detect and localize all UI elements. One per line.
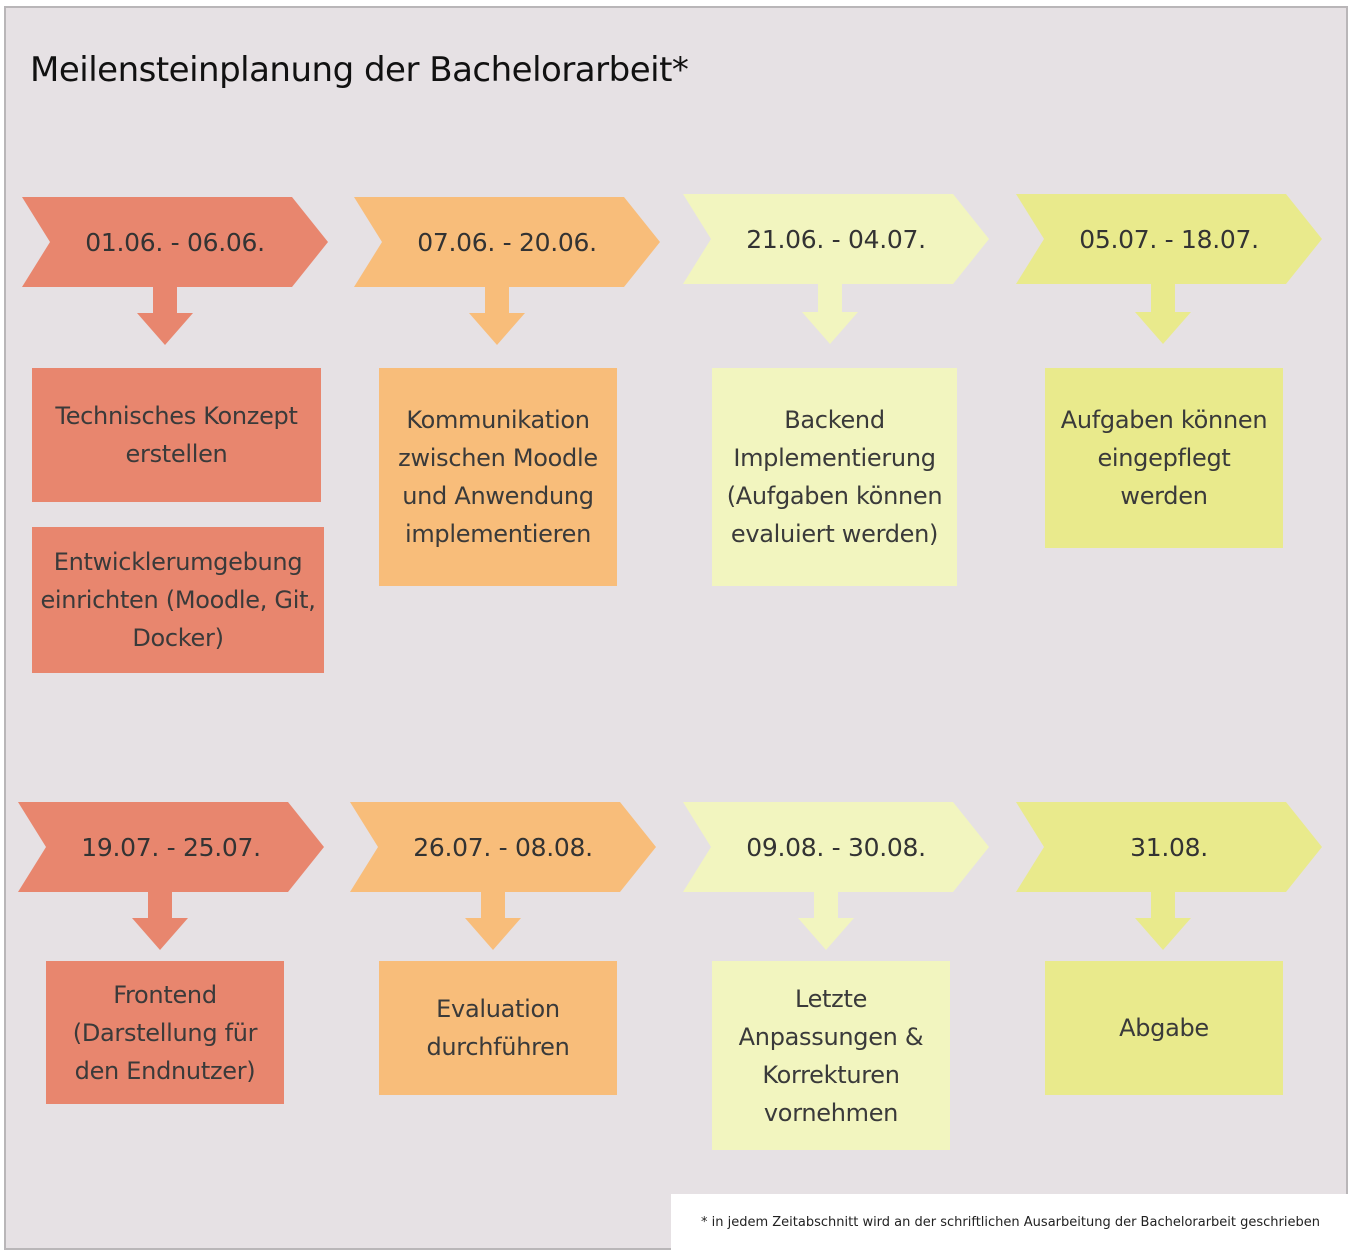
milestone-period: 26.07. - 08.08. — [413, 832, 593, 862]
footnote: * in jedem Zeitabschnitt wird an der sch… — [671, 1194, 1350, 1250]
down-arrow-icon — [465, 890, 521, 950]
milestone-chevron-8: 31.08. — [1016, 802, 1322, 892]
task-box: Kommunikation zwischen Moodle und Anwend… — [379, 368, 617, 586]
milestone-period: 31.08. — [1130, 832, 1208, 862]
down-arrow-icon — [469, 285, 525, 345]
milestone-chevron-3: 21.06. - 04.07. — [683, 194, 989, 284]
down-arrow-icon — [137, 285, 193, 345]
milestone-period: 01.06. - 06.06. — [85, 227, 265, 257]
page-title: Meilensteinplanung der Bachelorarbeit* — [30, 50, 689, 90]
task-box: Backend Implementierung (Aufgaben können… — [712, 368, 957, 586]
milestone-chevron-5: 19.07. - 25.07. — [18, 802, 324, 892]
milestone-period: 19.07. - 25.07. — [81, 832, 261, 862]
down-arrow-icon — [1135, 890, 1191, 950]
down-arrow-icon — [802, 284, 858, 344]
task-box: Entwicklerumgebung einrichten (Moodle, G… — [32, 527, 324, 673]
down-arrow-icon — [798, 890, 854, 950]
milestone-chevron-2: 07.06. - 20.06. — [354, 197, 660, 287]
task-box: Evaluation durchführen — [379, 961, 617, 1095]
down-arrow-icon — [132, 890, 188, 950]
milestone-chevron-6: 26.07. - 08.08. — [350, 802, 656, 892]
task-box: Letzte Anpassungen & Korrekturen vornehm… — [712, 961, 950, 1150]
task-box: Technisches Konzept erstellen — [32, 368, 321, 502]
milestone-chevron-7: 09.08. - 30.08. — [683, 802, 989, 892]
down-arrow-icon — [1135, 284, 1191, 344]
task-box: Aufgaben können eingepflegt werden — [1045, 368, 1283, 548]
milestone-chevron-4: 05.07. - 18.07. — [1016, 194, 1322, 284]
milestone-period: 07.06. - 20.06. — [417, 227, 597, 257]
milestone-period: 09.08. - 30.08. — [746, 832, 926, 862]
milestone-period: 21.06. - 04.07. — [746, 224, 926, 254]
milestone-period: 05.07. - 18.07. — [1079, 224, 1259, 254]
milestone-chevron-1: 01.06. - 06.06. — [22, 197, 328, 287]
task-box: Frontend (Darstellung für den Endnutzer) — [46, 961, 284, 1104]
task-box: Abgabe — [1045, 961, 1283, 1095]
